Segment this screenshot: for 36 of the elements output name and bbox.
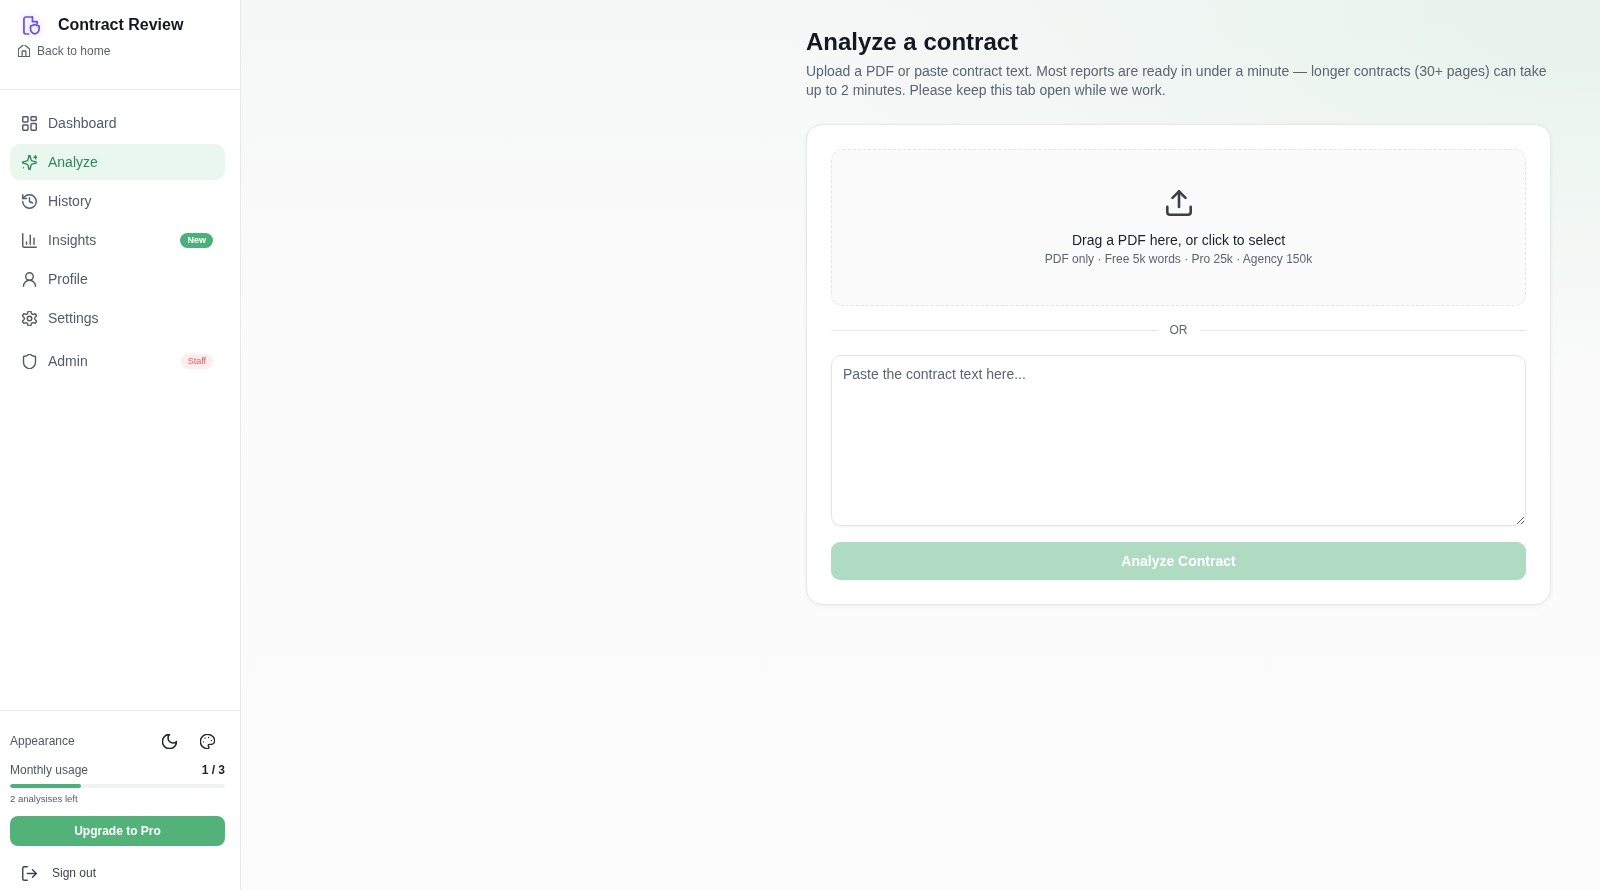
palette-icon[interactable] <box>200 733 215 749</box>
page-title: Analyze a contract <box>806 27 1020 57</box>
user-icon <box>22 271 37 287</box>
nav-item[interactable]: Admin Staff <box>10 343 225 379</box>
bar-chart-icon <box>22 232 37 248</box>
home-icon <box>18 45 30 57</box>
usage-label: Monthly usage <box>10 763 89 777</box>
contract-text-field[interactable]: Paste the contract text here... <box>831 355 1526 526</box>
upload-icon <box>1165 190 1192 216</box>
shield-icon <box>22 353 37 369</box>
sparkles-icon <box>22 154 37 170</box>
nav-item[interactable]: Profile <box>10 261 225 297</box>
app-title: Contract Review <box>58 15 184 35</box>
nav-item[interactable]: Insights New <box>10 222 225 258</box>
grid-icon <box>22 115 37 131</box>
nav-badge: Staff <box>180 353 213 369</box>
usage-count: 1 / 3 <box>201 763 225 777</box>
nav-item[interactable]: History <box>10 183 225 219</box>
sign-out-link[interactable]: Sign out <box>10 856 105 890</box>
dropzone-title: Drag a PDF here, or click to select <box>1071 231 1286 250</box>
nav-item[interactable]: Settings <box>10 300 225 336</box>
upload-dropzone[interactable]: Drag a PDF here, or click to select PDF only · Free 5k words · Pro 25k · Agency 150k <box>831 149 1526 306</box>
logout-icon <box>22 865 37 881</box>
nav-badge: New <box>180 232 213 248</box>
dropzone-hint: PDF only · Free 5k words · Pro 25k · Agency 150k <box>1044 251 1313 267</box>
nav-item[interactable]: Dashboard <box>10 105 225 141</box>
back-link[interactable]: Back to home <box>18 44 111 58</box>
history-icon <box>22 193 37 209</box>
settings-icon <box>22 310 37 326</box>
appearance-label: Appearance <box>10 734 76 748</box>
moon-icon[interactable] <box>162 733 177 749</box>
nav-item[interactable]: Analyze <box>10 144 225 180</box>
logo-icon <box>23 15 40 35</box>
or-divider-label: OR <box>1169 323 1188 337</box>
usage-note: 2 analysises left <box>10 793 79 804</box>
page-description: Upload a PDF or paste contract text. Most reports are ready in under a minute — longer contracts (30+ pages) can take up to 2 minutes. Please keep this tab open while we work. <box>806 62 1548 99</box>
